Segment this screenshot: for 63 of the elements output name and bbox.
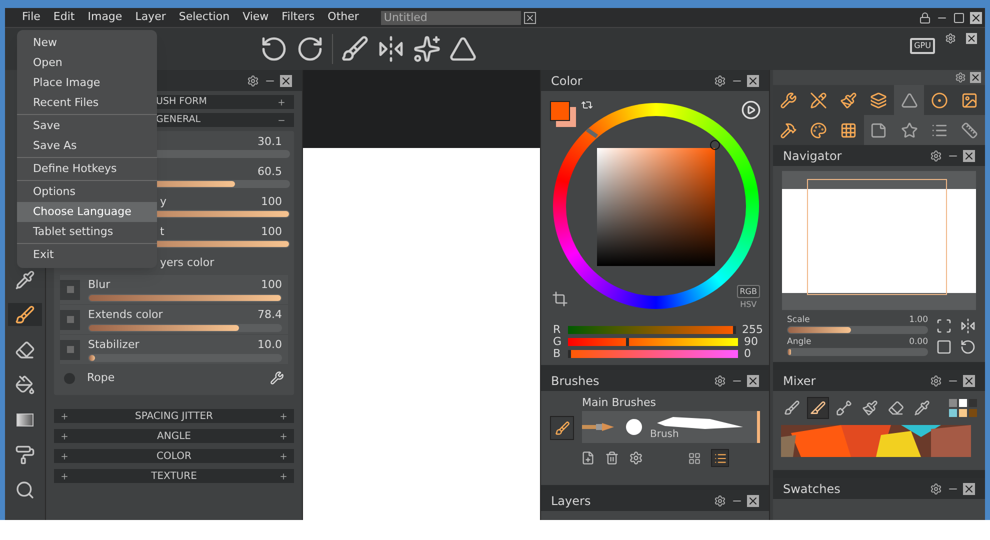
- channel-value: 0: [744, 348, 751, 360]
- channel-label: B: [553, 348, 562, 360]
- setting-value: 78.4: [258, 307, 282, 324]
- channel-value: 255: [742, 324, 763, 336]
- channel-label: G: [553, 336, 562, 348]
- menu-item[interactable]: New: [17, 33, 157, 53]
- menu-item[interactable]: File: [22, 9, 40, 26]
- menu-item[interactable]: Tablet settings: [17, 222, 157, 242]
- menu-item[interactable]: Exit: [17, 245, 157, 265]
- setting-value: 30.1: [258, 134, 282, 150]
- menu-item[interactable]: Options: [17, 182, 157, 202]
- navigator-value: 1.00: [909, 315, 928, 326]
- channel-value: 90: [744, 336, 758, 348]
- section-title: GENERAL: [156, 112, 202, 127]
- setting-value: 100: [261, 224, 282, 240]
- section-header[interactable]: SPACING JITTER: [54, 409, 294, 423]
- section-title: USH FORM: [156, 94, 208, 109]
- setting-label: y: [160, 194, 167, 210]
- brush-preset[interactable]: Brush: [582, 411, 760, 443]
- section-title: ANGLE: [157, 430, 191, 444]
- section-title: SPACING JITTER: [135, 410, 213, 424]
- setting-value: 10.0: [258, 337, 282, 354]
- menu-item[interactable]: Open: [17, 53, 157, 73]
- navigator-label: Scale: [787, 315, 810, 326]
- setting-value: 60.5: [258, 164, 282, 180]
- menu-item[interactable]: View: [242, 9, 269, 26]
- color-mode-tab[interactable]: RGB: [736, 285, 760, 298]
- setting-label: Blur: [88, 277, 110, 294]
- menu-item[interactable]: Filters: [282, 9, 315, 26]
- setting-label: Extends color: [88, 307, 163, 324]
- setting-label: yers color: [160, 254, 214, 271]
- panel-title: Layers: [551, 492, 592, 510]
- setting-label: Stabilizer: [88, 337, 140, 354]
- menu-item[interactable]: Save As: [17, 136, 157, 156]
- menu-item[interactable]: Selection: [178, 9, 230, 26]
- color-mode-tab[interactable]: HSV: [737, 298, 760, 311]
- menu-item[interactable]: Define Hotkeys: [17, 159, 157, 179]
- brush-set-name: Main Brushes: [582, 395, 657, 411]
- section-header[interactable]: TEXTURE: [54, 469, 294, 483]
- brush-name: Brush: [650, 428, 679, 442]
- panel-title: Navigator: [783, 148, 843, 164]
- menu-item[interactable]: Place Image: [17, 73, 157, 93]
- section-header[interactable]: COLOR: [54, 449, 294, 463]
- menu-item[interactable]: Layer: [135, 9, 166, 26]
- setting-label: t: [160, 224, 164, 240]
- section-title: COLOR: [156, 450, 192, 464]
- channel-label: R: [553, 324, 562, 336]
- setting-value: 100: [261, 194, 282, 210]
- setting-label: Rope: [87, 370, 116, 386]
- menu-item[interactable]: Image: [88, 9, 122, 26]
- panel-title: Color: [551, 72, 584, 90]
- gpu-button[interactable]: GPU: [910, 38, 935, 54]
- menu-item[interactable]: Other: [328, 9, 359, 26]
- section-title: TEXTURE: [151, 470, 197, 484]
- panel-title: Mixer: [783, 372, 817, 390]
- panel-title: Brushes: [551, 372, 600, 390]
- menu-item[interactable]: Choose Language: [17, 202, 157, 222]
- menu-item[interactable]: Edit: [53, 9, 75, 26]
- navigator-value: 0.00: [909, 337, 928, 348]
- navigator-label: Angle: [787, 337, 812, 348]
- setting-value: 100: [261, 277, 282, 294]
- section-header[interactable]: ANGLE: [54, 429, 294, 443]
- panel-title: Swatches: [783, 480, 842, 498]
